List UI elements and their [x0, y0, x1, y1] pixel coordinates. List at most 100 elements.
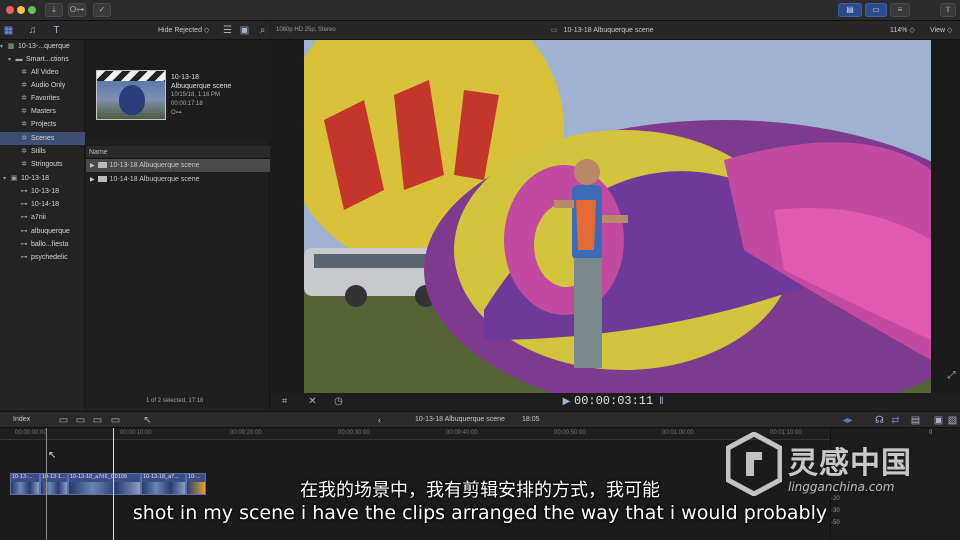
smart-collection-icon: ✲ [21, 121, 27, 128]
library-icon: ▦ [7, 43, 15, 50]
headphones-icon[interactable]: ☊ [874, 415, 885, 426]
index-button[interactable]: Index [13, 416, 30, 423]
keyword-icon: ⊶ [20, 241, 28, 248]
back-arrow-icon[interactable]: ‹ [374, 415, 385, 426]
zoom-window-button[interactable] [28, 6, 36, 14]
timeline-icon: ▭ [872, 5, 880, 14]
sidebar-item-masters[interactable]: ✲ Masters [0, 105, 85, 118]
sidebar-item-keyword-balloon-fiesta[interactable]: ⊶ ballo...fiesta [0, 238, 85, 251]
sidebar-item-smart-collections[interactable]: ▾ ▬ Smart...ctions [0, 53, 85, 66]
sidebar-item-event[interactable]: ▾ ▣ 10-13-18 [0, 172, 85, 185]
subtitle-english: shot in my scene i have the clips arrang… [132, 502, 828, 524]
crop-icon[interactable]: ⌗ [279, 396, 290, 407]
sidebar-item-scenes[interactable]: ✲ Scenes [0, 132, 85, 145]
mouse-cursor-icon: ↖ [48, 450, 57, 461]
keywords-button[interactable]: O⊶ [68, 3, 86, 17]
viewer-controls: ⌗ ✕ ◷ ▶ 00:00:03:11 ‖ [271, 393, 960, 411]
titles-generators-icon[interactable]: T [51, 25, 62, 36]
sidebar-item-keyword-psychedelic[interactable]: ⊶ psychedelic [0, 251, 85, 264]
smart-collection-icon: ✲ [21, 95, 27, 102]
ruler-tick: 00:01:00:00 [662, 430, 694, 436]
background-tasks-button[interactable]: ✓ [93, 3, 111, 17]
photos-audio-icon[interactable]: ♫ [27, 25, 38, 36]
check-circle-icon: ✓ [98, 5, 106, 14]
list-item[interactable]: ▶ 10-14-18 Albuquerque scene [86, 173, 270, 186]
filmstrip-view-icon[interactable]: ▣ [239, 25, 250, 36]
clip-appearance-icon[interactable]: ☰ [222, 25, 233, 36]
ruler-tick: 00:00:40:00 [446, 430, 478, 436]
clip-title-line2: Albuquerque scene [171, 83, 232, 90]
viewer: ⤢ [271, 40, 960, 393]
sidebar-item-keyword-a7riii[interactable]: ⊶ a7riii [0, 211, 85, 224]
clip-filter-select[interactable]: Hide Rejected ◇ [158, 26, 209, 34]
keyword-icon: ⊶ [20, 214, 28, 221]
zoom-select[interactable]: 114% ◇ [890, 26, 915, 34]
show-browser-button[interactable]: ▤ [838, 3, 862, 17]
timeline-header: Index ▭ ▭ ▭ ▭ ↖ ‹ 10-13-18 Albuquerque s… [0, 411, 960, 428]
viewer-header: 1080p HD 25p, Stereo ▭ 10-13-18 Albuquerq… [271, 21, 960, 40]
sidebar-item-keyword-albuquerque[interactable]: ⊶ albuquerque [0, 225, 85, 238]
share-button[interactable]: ⇪ [940, 3, 956, 17]
ruler-tick: 00:00:50:00 [554, 430, 586, 436]
smart-collection-icon: ✲ [21, 135, 27, 142]
append-clip-icon[interactable]: ▭ [92, 415, 103, 426]
show-inspector-button[interactable]: ≡ [890, 3, 910, 17]
filmstrip-area: 10-13-18 Albuquerque scene 10/15/18, 1:1… [86, 40, 270, 140]
event-icon: ▣ [10, 175, 18, 182]
video-image [304, 40, 931, 393]
key-icon: O⊶ [69, 5, 85, 14]
transform-icon[interactable]: ✕ [307, 396, 318, 407]
smart-collection-icon: ✲ [21, 148, 27, 155]
timecode-display[interactable]: 00:00:03:11 [574, 394, 653, 408]
download-icon: ⇣ [50, 5, 58, 14]
fullscreen-icon[interactable]: ⤢ [946, 370, 957, 381]
ruler-tick: 00:00:20:00 [230, 430, 262, 436]
libraries-icon[interactable]: ▦ [3, 25, 14, 36]
snapping-icon[interactable]: ⇄ [890, 415, 901, 426]
sidebar-item-keyword-10-13-18[interactable]: ⊶ 10-13-18 [0, 185, 85, 198]
effects-browser-icon[interactable]: ▣ [933, 415, 944, 426]
disclosure-closed-icon[interactable]: ▶ [90, 163, 95, 169]
keyword-icon: ⊶ [20, 201, 28, 208]
sidebar-item-library[interactable]: ▾ ▦ 10-13-...querque [0, 40, 85, 53]
view-menu[interactable]: View ◇ [930, 26, 952, 34]
sidebar-item-keyword-10-14-18[interactable]: ⊶ 10-14-18 [0, 198, 85, 211]
subtitle-chinese: 在我的场景中，我有剪辑安排的方式，我可能 [300, 480, 660, 501]
minimize-window-button[interactable] [17, 6, 25, 14]
ruler-tick: 00:00:30:00 [338, 430, 370, 436]
sidebar-item-projects[interactable]: ✲ Projects [0, 118, 85, 131]
project-icon [97, 162, 107, 169]
list-column-name[interactable]: Name [86, 146, 270, 159]
keyword-icon: ⊶ [20, 228, 28, 235]
balloon-image [119, 85, 145, 115]
list-item[interactable]: ▶ 10-13-18 Albuquerque scene [86, 159, 270, 172]
top-toolbar: ⇣ O⊶ ✓ ▤ ▭ ≡ ⇪ [0, 0, 960, 21]
insert-clip-icon[interactable]: ▭ [75, 415, 86, 426]
smart-collection-icon: ✲ [21, 82, 27, 89]
keyword-icon: ⊶ [20, 188, 28, 195]
clapper-icon: ▭ [551, 27, 558, 34]
sidebar-item-stills[interactable]: ✲ Stills [0, 145, 85, 158]
overwrite-clip-icon[interactable]: ▭ [110, 415, 121, 426]
speed-icon[interactable]: ◷ [333, 396, 344, 407]
search-icon[interactable]: ⌕ [257, 25, 268, 36]
show-timeline-button[interactable]: ▭ [865, 3, 887, 17]
select-tool-icon[interactable]: ↖ [142, 415, 153, 426]
sidebar-item-all-video[interactable]: ✲ All Video [0, 66, 85, 79]
video-frame [304, 40, 931, 393]
sidebar-item-audio-only[interactable]: ✲ Audio Only [0, 79, 85, 92]
play-icon[interactable]: ▶ [561, 396, 572, 407]
sidebar-item-favorites[interactable]: ✲ Favorites [0, 92, 85, 105]
timeline-ruler[interactable]: 00:00:00:00 00:00:10:00 00:00:20:00 00:0… [0, 428, 830, 440]
close-window-button[interactable] [6, 6, 14, 14]
project-icon [97, 176, 107, 183]
transitions-browser-icon[interactable]: ▧ [947, 415, 958, 426]
smart-collection-icon: ✲ [21, 108, 27, 115]
import-button[interactable]: ⇣ [45, 3, 63, 17]
clip-thumbnail[interactable] [96, 70, 166, 120]
disclosure-closed-icon[interactable]: ▶ [90, 177, 95, 183]
connect-clip-icon[interactable]: ▭ [58, 415, 69, 426]
skimming-icon[interactable]: ◂▸ [842, 415, 853, 426]
sidebar-item-stringouts[interactable]: ✲ Stringouts [0, 158, 85, 171]
clip-appearance-icon[interactable]: ▤ [910, 415, 921, 426]
